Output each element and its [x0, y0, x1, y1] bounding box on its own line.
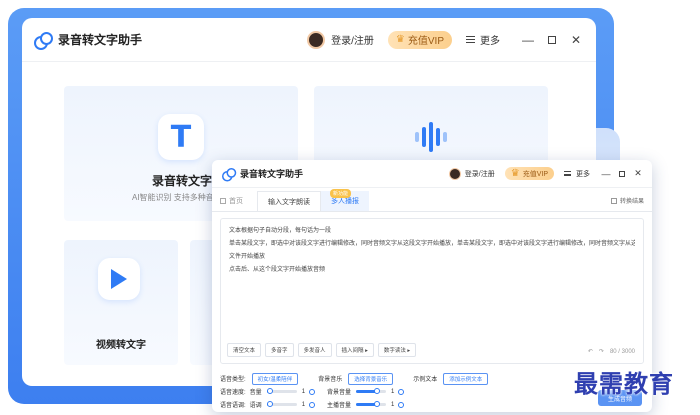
pitch-label: 语调	[249, 403, 262, 409]
clear-text-button[interactable]: 清空文本	[227, 343, 262, 357]
checkbox-icon	[610, 197, 617, 204]
vip-label: 充值VIP	[522, 170, 548, 178]
pitch-slider[interactable]	[266, 401, 297, 407]
volume-slider[interactable]	[266, 388, 297, 394]
voice-type-label: 语音类型:	[220, 377, 246, 383]
card-subtitle: AI智能识别 支持多种音频	[132, 193, 222, 202]
reset-icon[interactable]	[398, 401, 405, 408]
crown-icon: ♛	[510, 168, 520, 179]
result-label: 转换结果	[619, 199, 644, 205]
voice-type-select[interactable]: 初女/温柔陪伴	[251, 372, 299, 385]
sound-wave-icon	[408, 114, 454, 160]
tab-home[interactable]: 首页	[220, 191, 243, 211]
speed-label: 语音速度:	[220, 390, 246, 396]
close-button[interactable]: ✕	[632, 168, 644, 179]
more-label: 更多	[480, 36, 500, 47]
maximize-icon	[548, 35, 556, 44]
char-counter: ↶ ↷ 80 / 3000	[588, 348, 635, 356]
watermark-text: 最需教育	[574, 369, 674, 398]
editor-line: 文件开始播放	[229, 254, 266, 260]
vip-button[interactable]: ♛ 充值VIP	[504, 167, 554, 180]
main-volume-value: 1	[391, 401, 395, 408]
more-label: 更多	[576, 170, 590, 178]
more-menu[interactable]: 更多	[564, 169, 590, 179]
tab-input-label: 输入文字朗读	[268, 198, 310, 206]
title-bar: 录音转文字助手 登录/注册 ♛ 充值VIP 更多 — ✕	[22, 18, 596, 62]
minimize-button[interactable]: —	[600, 169, 612, 179]
video-play-icon	[98, 258, 140, 300]
main-volume-slider[interactable]	[356, 401, 387, 407]
home-icon	[220, 198, 226, 204]
result-toggle[interactable]: 转换结果	[610, 196, 644, 205]
login-link[interactable]: 登录/注册	[331, 32, 374, 47]
number-reading-button[interactable]: 数字读法 ▸	[377, 343, 417, 357]
crown-icon: ♛	[395, 34, 405, 45]
bgm-label: 背景音乐	[318, 377, 343, 383]
card-video-to-text[interactable]: 视频转文字	[64, 240, 178, 365]
new-badge: 新功能	[330, 189, 352, 198]
title-bar: 录音转文字助手 登录/注册 ♛ 充值VIP 更多 — ✕	[212, 160, 652, 188]
minimize-button[interactable]: —	[520, 33, 536, 47]
maximize-button[interactable]	[616, 169, 628, 179]
text-t-icon: T	[158, 114, 204, 160]
editor-line: 文本根据句子自动分段，每句话为一段	[229, 228, 332, 234]
avatar[interactable]	[448, 167, 461, 180]
tab-home-label: 首页	[229, 198, 243, 205]
menu-icon	[564, 171, 571, 176]
editor-line: 点击后、从这个段文字开始播放音频	[229, 267, 326, 273]
app-logo-icon	[34, 31, 53, 50]
bgm-select[interactable]: 选择背景音乐	[348, 372, 394, 385]
main-volume-label: 主播音量	[327, 403, 352, 409]
redo-icon[interactable]: ↷	[599, 348, 604, 355]
text-editor[interactable]: 文本根据句子自动分段，每句话为一段 单击某段文字，即选中对该段文字进行编辑修改，…	[220, 218, 644, 364]
bg-volume-label: 背景音量	[327, 390, 352, 396]
app-title: 录音转文字助手	[240, 169, 304, 179]
maximize-button[interactable]	[544, 33, 560, 47]
maximize-icon	[619, 170, 625, 177]
vip-label: 充值VIP	[407, 36, 444, 47]
multi-voice-button[interactable]: 多发音人	[297, 343, 332, 357]
pitch-value: 1	[301, 401, 306, 408]
card-title: 录音转文字	[152, 174, 213, 188]
avatar[interactable]	[307, 30, 326, 49]
login-link[interactable]: 登录/注册	[465, 169, 495, 179]
undo-icon[interactable]: ↶	[588, 348, 593, 355]
editor-line: 单击某段文字，即选中对该段文字进行编辑修改，同时音频文字从这段文字开始播放，单击…	[229, 241, 635, 247]
editor-toolbar: 清空文本 多音字 多发音人 插入间隔 ▸ 数字读法 ▸	[227, 343, 417, 357]
more-menu[interactable]: 更多	[466, 32, 500, 47]
tab-input-text[interactable]: 输入文字朗读	[257, 191, 321, 211]
tone-label: 语音语调:	[220, 403, 246, 409]
reset-icon[interactable]	[309, 401, 316, 408]
sample-label: 示例文本	[413, 377, 438, 383]
vip-button[interactable]: ♛ 充值VIP	[387, 30, 452, 49]
reset-icon[interactable]	[309, 388, 316, 395]
bg-volume-value: 1	[391, 388, 395, 395]
polyphone-button[interactable]: 多音字	[265, 343, 294, 357]
bg-volume-slider[interactable]	[356, 388, 387, 394]
sample-text-button[interactable]: 添加示例文本	[443, 372, 489, 385]
app-title: 录音转文字助手	[58, 33, 143, 47]
char-count: 80 / 3000	[609, 348, 635, 355]
settings-row: 语音语调: 语调 1 主播音量 1	[220, 398, 644, 411]
reset-icon[interactable]	[398, 388, 405, 395]
insert-pause-button[interactable]: 插入间隔 ▸	[335, 343, 374, 357]
menu-icon	[466, 36, 475, 43]
app-logo-icon	[222, 167, 237, 181]
tab-bar: 首页 输入文字朗读 多人播报 新功能 转换结果	[212, 188, 652, 212]
close-button[interactable]: ✕	[568, 33, 584, 47]
volume-label: 音量	[249, 390, 262, 396]
card-title: 视频转文字	[96, 340, 146, 351]
volume-value: 1	[301, 388, 306, 395]
